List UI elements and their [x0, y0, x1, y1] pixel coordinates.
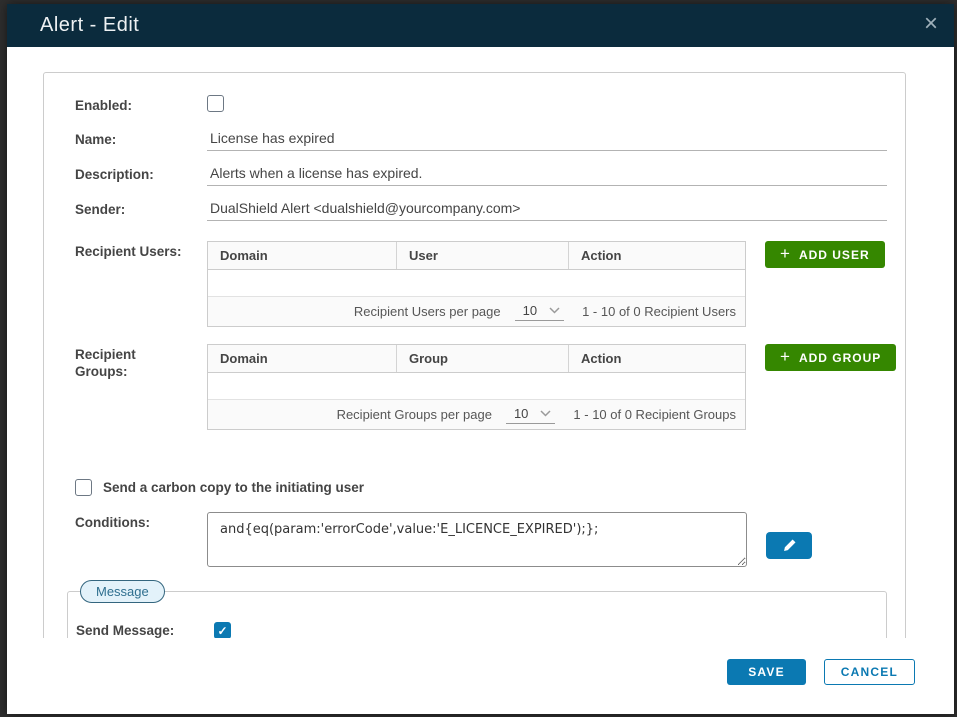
edit-conditions-button[interactable] [766, 532, 812, 559]
column-header-action: Action [568, 242, 745, 269]
per-page-value: 10 [514, 406, 528, 421]
chevron-down-icon [549, 307, 560, 314]
description-input[interactable] [207, 164, 887, 186]
pencil-icon [782, 538, 797, 553]
dialog-title: Alert - Edit [40, 14, 139, 37]
sender-row: Sender: [75, 199, 887, 221]
send-message-checkbox[interactable]: ✓ [214, 622, 231, 638]
add-group-button[interactable]: + ADD GROUP [765, 344, 896, 371]
name-input[interactable] [207, 129, 887, 151]
sender-label: Sender: [75, 199, 207, 218]
recipient-users-row: Recipient Users: Domain User Action Reci… [75, 241, 887, 327]
message-section: Message Send Message: ✓ [67, 591, 887, 638]
column-header-group: Group [396, 345, 568, 372]
column-header-user: User [396, 242, 568, 269]
conditions-row: Conditions: and{eq(param:'errorCode',val… [75, 512, 887, 567]
add-user-button-label: ADD USER [799, 248, 870, 262]
column-header-action: Action [568, 345, 745, 372]
add-group-button-label: ADD GROUP [799, 351, 881, 365]
per-page-value: 10 [523, 303, 537, 318]
per-page-label: Recipient Users per page [354, 304, 501, 319]
carbon-copy-row: Send a carbon copy to the initiating use… [75, 479, 887, 496]
message-tab[interactable]: Message [80, 580, 165, 603]
plus-icon: + [780, 245, 791, 262]
recipient-groups-table: Domain Group Action Recipient Groups per… [207, 344, 746, 430]
chevron-down-icon [540, 410, 551, 417]
dialog-header: Alert - Edit × [7, 4, 954, 47]
recipient-users-label: Recipient Users: [75, 241, 207, 260]
form-panel: Enabled: Name: Description: Sender: Reci… [43, 72, 906, 638]
dialog-footer: SAVE CANCEL [7, 638, 954, 714]
recipient-users-empty-row [208, 270, 745, 297]
per-page-label: Recipient Groups per page [337, 407, 492, 422]
recipient-groups-pagination: Recipient Groups per page 10 1 - 10 of 0… [208, 400, 745, 429]
conditions-label: Conditions: [75, 512, 207, 531]
recipient-groups-row: Recipient Groups: Domain Group Action Re… [75, 344, 887, 430]
sender-input[interactable] [207, 199, 887, 221]
recipient-groups-label: Recipient Groups: [75, 344, 165, 380]
groups-range-text: 1 - 10 of 0 Recipient Groups [573, 407, 736, 422]
carbon-copy-label: Send a carbon copy to the initiating use… [103, 480, 364, 495]
column-header-domain: Domain [208, 345, 396, 372]
column-header-domain: Domain [208, 242, 396, 269]
recipient-users-table: Domain User Action Recipient Users per p… [207, 241, 746, 327]
enabled-label: Enabled: [75, 95, 207, 114]
recipient-users-pagination: Recipient Users per page 10 1 - 10 of 0 … [208, 297, 745, 326]
groups-per-page-select[interactable]: 10 [506, 405, 555, 424]
dialog-body: Enabled: Name: Description: Sender: Reci… [7, 47, 954, 638]
close-icon[interactable]: × [924, 10, 938, 38]
name-label: Name: [75, 129, 207, 148]
name-row: Name: [75, 129, 887, 151]
recipient-users-table-header: Domain User Action [208, 242, 745, 270]
users-per-page-select[interactable]: 10 [515, 302, 564, 321]
cancel-button[interactable]: CANCEL [824, 659, 915, 685]
recipient-groups-empty-row [208, 373, 745, 400]
users-range-text: 1 - 10 of 0 Recipient Users [582, 304, 736, 319]
plus-icon: + [780, 348, 791, 365]
recipient-groups-table-header: Domain Group Action [208, 345, 745, 373]
description-label: Description: [75, 164, 207, 183]
conditions-textarea[interactable]: and{eq(param:'errorCode',value:'E_LICENC… [207, 512, 747, 567]
description-row: Description: [75, 164, 887, 186]
save-button[interactable]: SAVE [727, 659, 806, 685]
enabled-checkbox[interactable] [207, 95, 224, 112]
carbon-copy-checkbox[interactable] [75, 479, 92, 496]
alert-edit-dialog: Alert - Edit × Enabled: Name: Descriptio… [7, 4, 954, 714]
send-message-label: Send Message: [76, 622, 214, 638]
add-user-button[interactable]: + ADD USER [765, 241, 885, 268]
enabled-row: Enabled: [75, 95, 887, 114]
send-message-row: Send Message: ✓ [76, 622, 886, 638]
